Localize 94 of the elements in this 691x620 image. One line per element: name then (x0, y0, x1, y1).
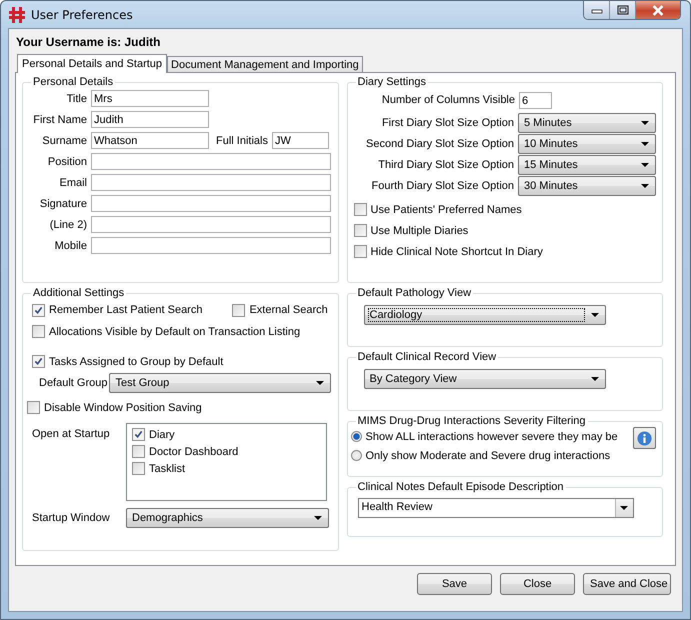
caret-icon (590, 313, 598, 317)
checkbox-label: Diary (149, 428, 175, 440)
close-icon (651, 4, 665, 16)
slot-size-dropdown[interactable]: 15 Minutes (518, 154, 656, 174)
field-label: Signature (38, 198, 88, 210)
text-field[interactable] (91, 174, 331, 191)
window-title: User Preferences (31, 8, 133, 22)
checkbox-label: External Search (249, 304, 328, 316)
text-field[interactable]: 6 (519, 92, 552, 108)
text-field[interactable] (91, 153, 331, 170)
checkbox[interactable] (232, 304, 246, 316)
field-label: First Diary Slot Size Option (382, 116, 514, 128)
startup-window-dropdown[interactable]: Demographics (126, 508, 329, 528)
minimize-button[interactable] (584, 1, 610, 19)
checkbox-label: Hide Clinical Note Shortcut In Diary (370, 246, 543, 258)
dialog-button[interactable]: Close (500, 573, 575, 595)
checkbox-label: Use Patients' Preferred Names (370, 204, 522, 216)
text-field[interactable] (91, 216, 331, 233)
dialog-button[interactable]: Save and Close (583, 573, 671, 595)
group-title: Additional Settings (32, 287, 126, 299)
maximize-button[interactable] (610, 1, 636, 19)
checkbox[interactable] (132, 462, 145, 475)
field-label: Position (46, 156, 88, 168)
episode-combo-box[interactable]: Health Review (358, 498, 634, 518)
field-label: Mobile (54, 240, 88, 252)
radio-label: Show ALL interactions however severe they may be (366, 430, 618, 442)
text-field[interactable] (91, 237, 331, 254)
checkbox[interactable] (32, 355, 45, 368)
caret-icon (316, 381, 324, 385)
checkbox-label: Tasks Assigned to Group by Default (49, 356, 224, 368)
field-label: Surname (41, 134, 88, 146)
text-field[interactable]: Mrs (91, 90, 209, 107)
caret-icon (314, 516, 322, 520)
group-title: Clinical Notes Default Episode Description (356, 481, 565, 493)
field-label: Third Diary Slot Size Option (378, 158, 514, 170)
checked-list[interactable]: Diary Doctor Dashboard Tasklist (126, 423, 327, 501)
checkbox-label: Use Multiple Diaries (370, 224, 468, 236)
checkbox[interactable] (32, 304, 45, 316)
tab[interactable]: Personal Details and Startup (17, 54, 168, 73)
checkbox-label: Allocations Visible by Default on Transaction Listing (49, 326, 300, 338)
checkbox-label: Tasklist (149, 462, 186, 474)
slot-size-dropdown[interactable]: 10 Minutes (518, 134, 656, 154)
checkbox[interactable] (132, 445, 145, 458)
checkbox[interactable] (27, 401, 40, 414)
record-view-dropdown[interactable]: By Category View (364, 369, 606, 389)
text-field[interactable]: Judith (91, 111, 209, 128)
checkbox-label: Doctor Dashboard (149, 446, 238, 458)
radio-label: Only show Moderate and Severe drug interactions (366, 450, 610, 462)
field-label: Full Initials (216, 134, 268, 146)
text-field[interactable]: JW (272, 132, 329, 149)
caret-icon (641, 120, 649, 124)
field-label: Fourth Diary Slot Size Option (372, 180, 514, 192)
group-title: Personal Details (32, 76, 114, 88)
group-title: MIMS Drug-Drug Interactions Severity Filtering (356, 415, 587, 427)
field-label: Open at Startup (32, 427, 111, 442)
text-field[interactable]: Whatson (91, 132, 209, 149)
caret-icon (641, 162, 649, 166)
tab[interactable]: Document Management and Importing (167, 56, 363, 72)
checkbox[interactable] (354, 203, 366, 216)
info-icon (637, 430, 652, 446)
info-button[interactable] (633, 427, 656, 449)
slot-size-dropdown[interactable]: 5 Minutes (518, 112, 656, 132)
group-title: Default Pathology View (356, 287, 472, 299)
field-label: Default Group (39, 377, 108, 389)
field-label: Startup Window (32, 512, 111, 524)
checkbox-label: Disable Window Position Saving (44, 402, 202, 414)
pathology-view-dropdown[interactable]: Cardiology (364, 305, 606, 325)
field-label: Email (58, 176, 88, 188)
radio-button[interactable] (350, 431, 362, 442)
radio-button[interactable] (350, 450, 362, 461)
field-label: (Line 2) (48, 218, 88, 230)
group-title: Diary Settings (356, 76, 427, 88)
caret-icon (641, 142, 649, 146)
group-dropdown[interactable]: Test Group (109, 373, 332, 393)
checkbox-label: Remember Last Patient Search (49, 304, 202, 316)
text-field[interactable] (91, 195, 331, 212)
field-label: Title (66, 92, 88, 104)
field-label: Number of Columns Visible (382, 94, 515, 106)
checkbox[interactable] (354, 224, 366, 237)
checkbox[interactable] (132, 428, 145, 441)
field-label: First Name (32, 114, 88, 126)
group-title: Default Clinical Record View (356, 351, 498, 363)
checkbox[interactable] (354, 245, 366, 258)
caret-icon (620, 506, 628, 510)
slot-size-dropdown[interactable]: 30 Minutes (518, 176, 656, 196)
caret-icon (641, 184, 649, 188)
caret-icon (590, 377, 598, 381)
app-icon (9, 6, 25, 22)
maximize-icon (616, 5, 628, 15)
close-button[interactable] (636, 1, 680, 19)
field-label: Second Diary Slot Size Option (366, 138, 514, 150)
dialog-button[interactable]: Save (417, 573, 492, 595)
username-label: Your Username is: Judith (15, 34, 162, 51)
checkbox[interactable] (32, 325, 45, 338)
